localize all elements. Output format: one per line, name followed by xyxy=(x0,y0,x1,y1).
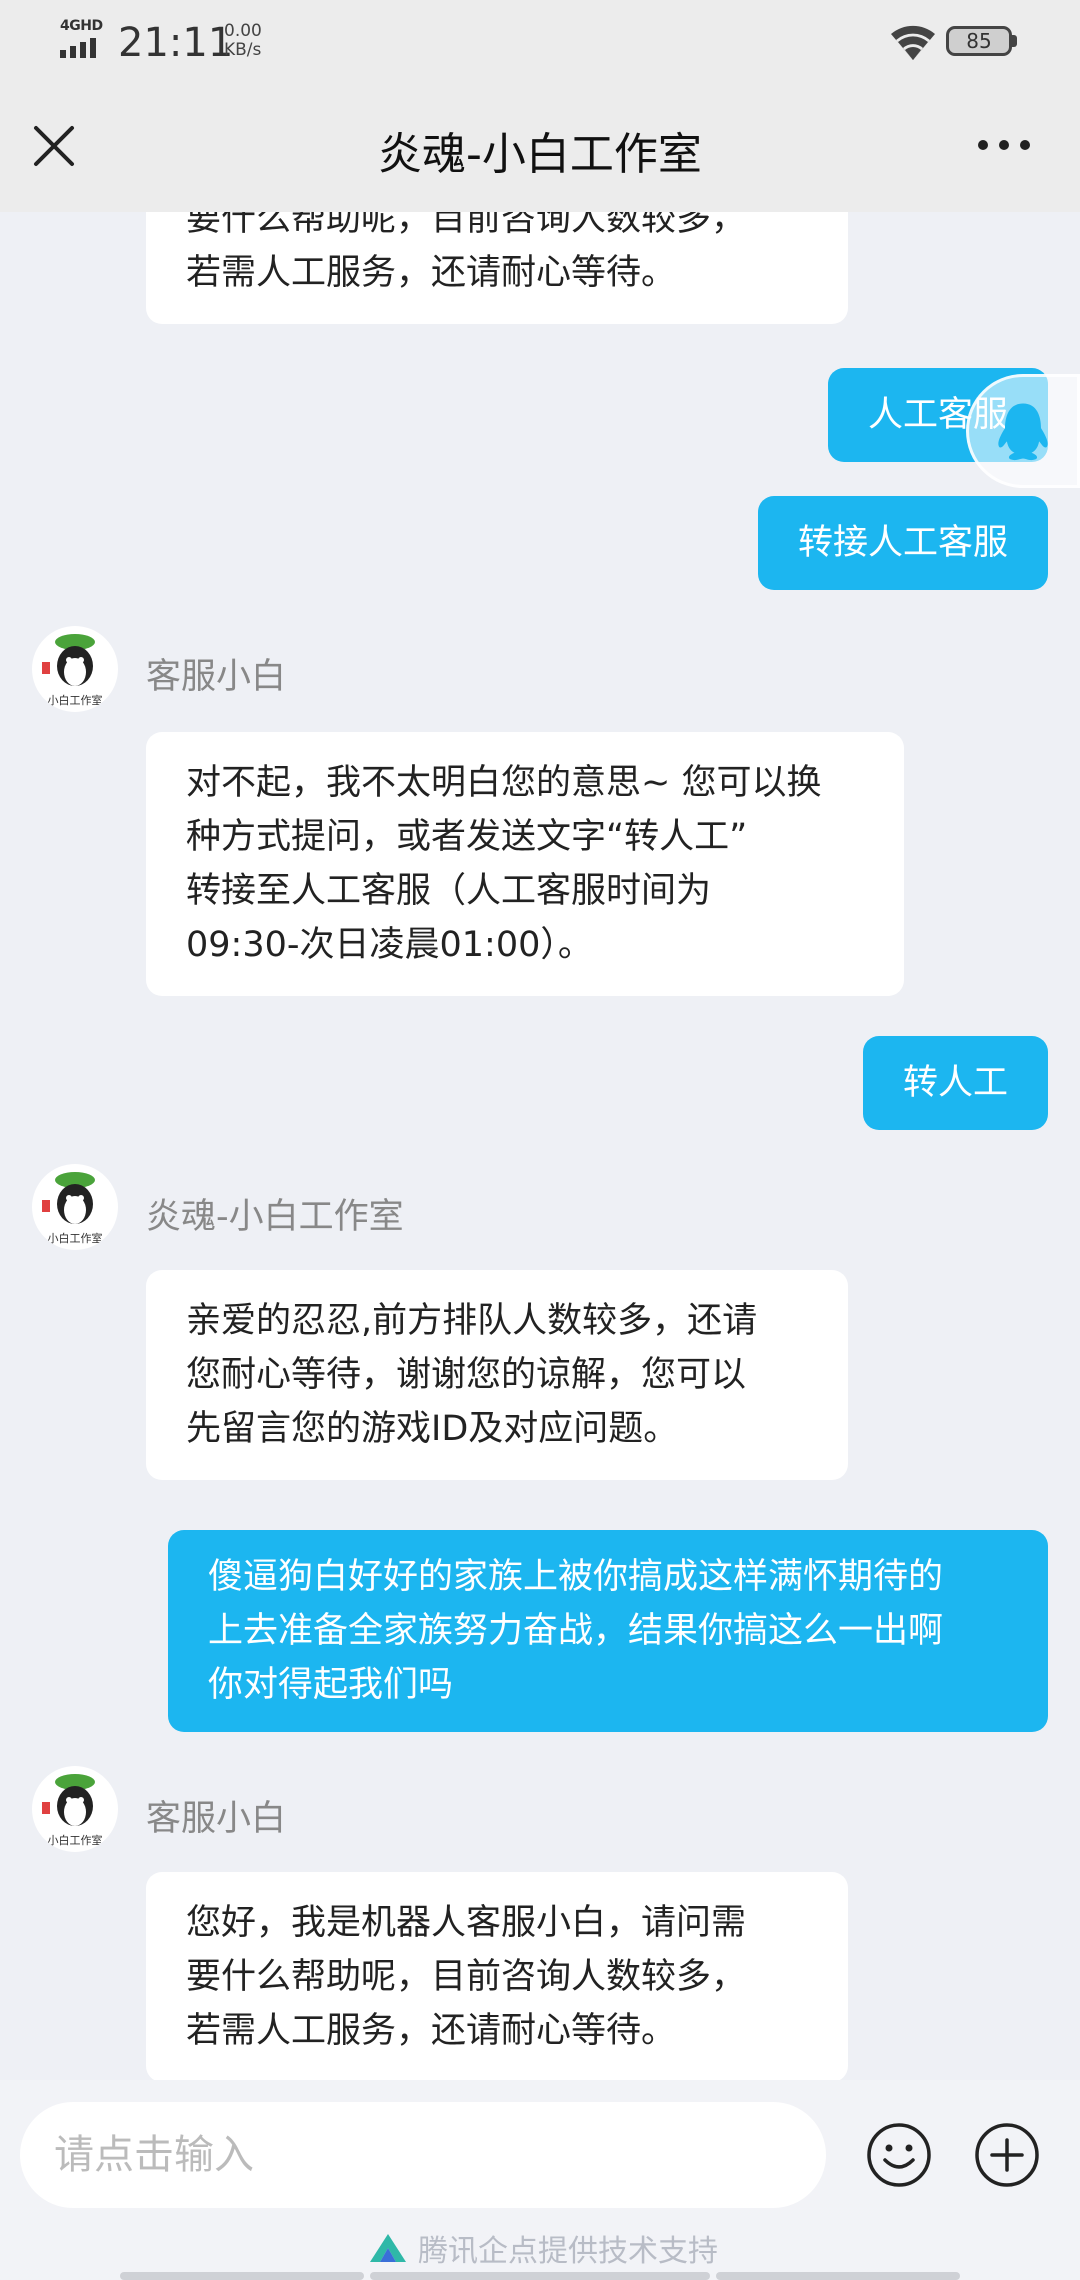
avatar[interactable]: 小白工作室 xyxy=(32,1164,118,1250)
message-line: 上去准备全家族努力奋战，结果你搞这么一出啊 xyxy=(208,1611,944,1651)
avatar-caption: 小白工作室 xyxy=(47,1232,103,1245)
message-line: 种方式提问，或者发送文字“转人工” xyxy=(186,817,748,857)
battery-level: 85 xyxy=(966,29,992,53)
qq-penguin-icon xyxy=(998,403,1048,461)
message-line: 您好，我是机器人客服小白，请问需 xyxy=(186,1903,747,1943)
avatar[interactable]: 小白工作室 xyxy=(32,1766,118,1852)
avatar[interactable]: 小白工作室 xyxy=(32,626,118,712)
powered-by: 腾讯企点提供技术支持 xyxy=(368,2228,718,2269)
battery-icon: 85 xyxy=(946,26,1018,56)
message-bubble-sent: 傻逼狗白好好的家族上被你搞成这样满怀期待的 上去准备全家族努力奋战，结果你搞这么… xyxy=(168,1530,1048,1732)
message-line: 09:30-次日凌晨01:00）。 xyxy=(186,925,593,965)
page-title: 炎魂-小白工作室 xyxy=(378,129,702,180)
message-line: 你对得起我们吗 xyxy=(208,1665,454,1705)
avatar-caption: 小白工作室 xyxy=(47,694,103,707)
network-speed-value: 0.00 xyxy=(224,21,262,41)
qq-contact-float-button[interactable] xyxy=(966,374,1080,488)
avatar-caption: 小白工作室 xyxy=(47,1834,103,1847)
powered-by-text: 腾讯企点提供技术支持 xyxy=(418,2234,718,2269)
sender-name: 炎魂-小白工作室 xyxy=(146,1197,404,1237)
emoji-icon[interactable] xyxy=(866,2122,932,2188)
message-line: 要什么帮助呢，目前咨询人数较多， xyxy=(186,212,747,239)
status-time: 21:11 xyxy=(118,20,234,66)
wifi-icon xyxy=(891,25,935,60)
network-type-label: 4GHD xyxy=(60,18,103,34)
cellular-signal-icon: 4GHD xyxy=(58,18,106,62)
message-bubble-sent: 转接人工客服 xyxy=(757,496,1048,590)
sender-name: 客服小白 xyxy=(146,1799,287,1839)
network-speed: 0.00 KB/s xyxy=(224,22,262,60)
close-icon[interactable] xyxy=(28,120,80,172)
chat-header: 炎魂-小白工作室 xyxy=(0,88,1080,212)
message-line: 对不起，我不太明白您的意思~ 您可以换 xyxy=(186,763,822,803)
message-line: 要什么帮助呢，目前咨询人数较多， xyxy=(186,1957,747,1997)
tencent-qidian-logo-icon xyxy=(370,2234,406,2262)
nav-bar-segment xyxy=(716,2272,960,2280)
message-line: 傻逼狗白好好的家族上被你搞成这样满怀期待的 xyxy=(208,1557,944,1597)
status-bar: 4GHD 21:11 0.00 KB/s 85 xyxy=(0,0,1080,88)
nav-bar-segment xyxy=(120,2272,364,2280)
message-bubble-received: 要什么帮助呢，目前咨询人数较多， 若需人工服务，还请耐心等待。 xyxy=(146,212,848,324)
message-line: 若需人工服务，还请耐心等待。 xyxy=(186,253,677,293)
sender-name: 客服小白 xyxy=(146,657,287,697)
network-speed-unit: KB/s xyxy=(224,40,262,60)
message-bubble-received: 亲爱的忍忍,前方排队人数较多，还请 您耐心等待，谢谢您的谅解，您可以 先留言您的… xyxy=(146,1270,848,1480)
message-line: 先留言您的游戏ID及对应问题。 xyxy=(186,1409,679,1449)
input-bar: 请点击输入 腾讯企点提供技术支持 xyxy=(0,2080,1080,2280)
message-bubble-sent: 转人工 xyxy=(862,1036,1048,1130)
chat-message-list[interactable]: 要什么帮助呢，目前咨询人数较多， 若需人工服务，还请耐心等待。 人工客服 转接人… xyxy=(0,212,1080,2080)
message-input[interactable]: 请点击输入 xyxy=(20,2102,826,2208)
nav-bar-segment xyxy=(370,2272,710,2280)
message-line: 您耐心等待，谢谢您的谅解，您可以 xyxy=(186,1355,747,1395)
more-options-icon[interactable] xyxy=(972,128,1036,162)
add-attachment-icon[interactable] xyxy=(974,2122,1040,2188)
message-line: 转接至人工客服（人工客服时间为 xyxy=(186,871,712,911)
message-bubble-received: 对不起，我不太明白您的意思~ 您可以换 种方式提问，或者发送文字“转人工” 转接… xyxy=(146,732,904,996)
message-text: 转人工 xyxy=(902,1063,1008,1103)
message-line: 若需人工服务，还请耐心等待。 xyxy=(186,2011,677,2051)
message-line: 亲爱的忍忍,前方排队人数较多，还请 xyxy=(186,1301,758,1341)
message-text: 转接人工客服 xyxy=(797,523,1008,563)
message-bubble-received: 您好，我是机器人客服小白，请问需 要什么帮助呢，目前咨询人数较多， 若需人工服务… xyxy=(146,1872,848,2080)
